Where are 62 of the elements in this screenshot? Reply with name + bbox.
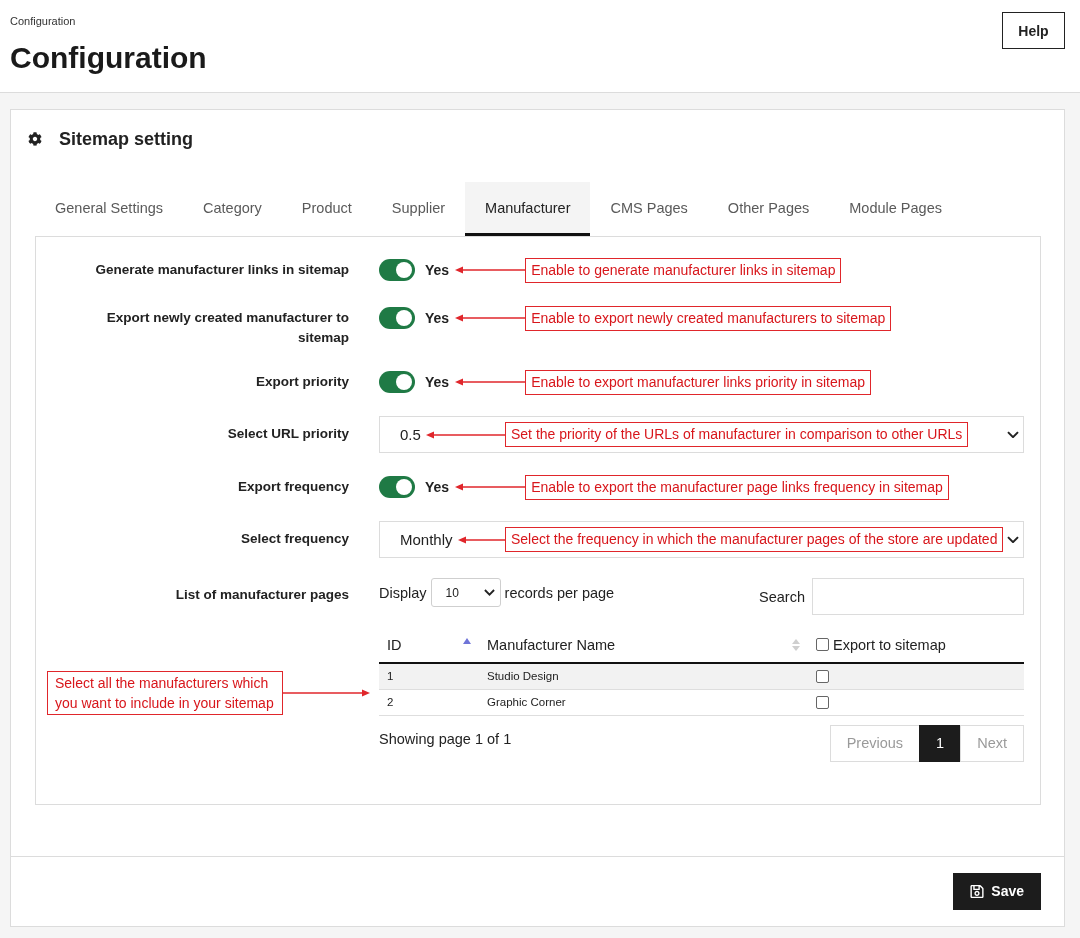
tab[interactable]: Category [183, 182, 282, 236]
setting-label: Export priority [256, 373, 349, 391]
tab[interactable]: Manufacturer [465, 182, 591, 236]
setting-label: Generate manufacturer links in sitemap [95, 261, 349, 279]
toggle-switch[interactable] [379, 371, 415, 393]
gear-icon [28, 132, 42, 146]
annotation-callout: Select all the manufacturers which you want to include in your sitemap [47, 671, 283, 715]
tab[interactable]: General Settings [35, 182, 183, 236]
tab[interactable]: Product [281, 182, 372, 236]
setting-label: List of manufacturer pages [175, 586, 349, 604]
column-header: Export to sitemap [833, 636, 946, 653]
per-page-label: records per page [504, 584, 615, 601]
toggle-state-label: Yes [425, 479, 450, 495]
select-all-checkbox[interactable] [816, 638, 829, 651]
tab[interactable]: Module Pages [829, 182, 962, 236]
leader-arrow [455, 313, 526, 323]
chevron-down-icon [1007, 430, 1019, 439]
display-label: Display [379, 584, 427, 601]
column-header[interactable]: ID [387, 636, 402, 653]
breadcrumb[interactable]: Configuration [10, 14, 76, 28]
annotation-callout: Enable to generate manufacturer links in sitemap [525, 257, 842, 283]
search-label: Search [759, 588, 805, 605]
table-cell: Studio Design [479, 663, 808, 689]
save-button[interactable]: Save [953, 872, 1041, 910]
tab[interactable]: Other Pages [707, 182, 830, 236]
sort-ascending-icon[interactable] [463, 637, 471, 644]
setting-label: Select URL priority [227, 425, 349, 443]
setting-label: Export frequency [237, 478, 349, 496]
setting-label: Export newly created manufacturer to sitemap [105, 309, 349, 347]
tab[interactable]: CMS Pages [590, 182, 708, 236]
search-field[interactable] [812, 578, 1024, 615]
leader-arrow [455, 482, 526, 492]
leader-arrow [458, 534, 505, 545]
chevron-down-icon [483, 589, 495, 596]
toggle-state-label: Yes [425, 262, 450, 278]
table-cell: 2 [379, 689, 479, 715]
chevron-down-icon [1007, 535, 1019, 544]
leader-arrow [455, 377, 526, 387]
row-checkbox[interactable] [816, 670, 829, 683]
column-header[interactable]: Manufacturer Name [487, 636, 616, 653]
page-button[interactable]: 1 [919, 724, 962, 762]
page-summary: Showing page 1 of 1 [379, 730, 512, 747]
annotation-callout: Enable to export newly created manufacturers to sitemap [525, 305, 892, 331]
tab[interactable]: Supplier [371, 182, 466, 236]
row-checkbox[interactable] [816, 695, 829, 709]
toggle-state-label: Yes [425, 310, 450, 326]
annotation-callout: Enable to export the manufacturer page links frequency in sitemap [525, 474, 949, 500]
table-cell: Graphic Corner [479, 689, 808, 715]
toggle-switch[interactable] [379, 476, 415, 498]
annotation-callout: Set the priority of the URLs of manufacturer in comparison to other URLs [505, 422, 969, 447]
help-button[interactable]: Help [1002, 12, 1065, 49]
toggle-switch[interactable] [379, 259, 415, 281]
card-title: Sitemap setting [59, 128, 194, 150]
setting-label: Select frequency [240, 530, 349, 548]
page-size-select[interactable]: 10 [430, 578, 501, 607]
table-cell: 1 [379, 663, 479, 689]
annotation-callout: Enable to export manufacturer links priority in sitemap [525, 369, 871, 395]
toggle-state-label: Yes [425, 374, 450, 390]
page-title: Configuration [10, 40, 207, 76]
annotation-callout: Select the frequency in which the manufacturer pages of the store are updated [505, 527, 1004, 552]
leader-arrow [455, 265, 526, 275]
toggle-switch[interactable] [379, 307, 415, 329]
